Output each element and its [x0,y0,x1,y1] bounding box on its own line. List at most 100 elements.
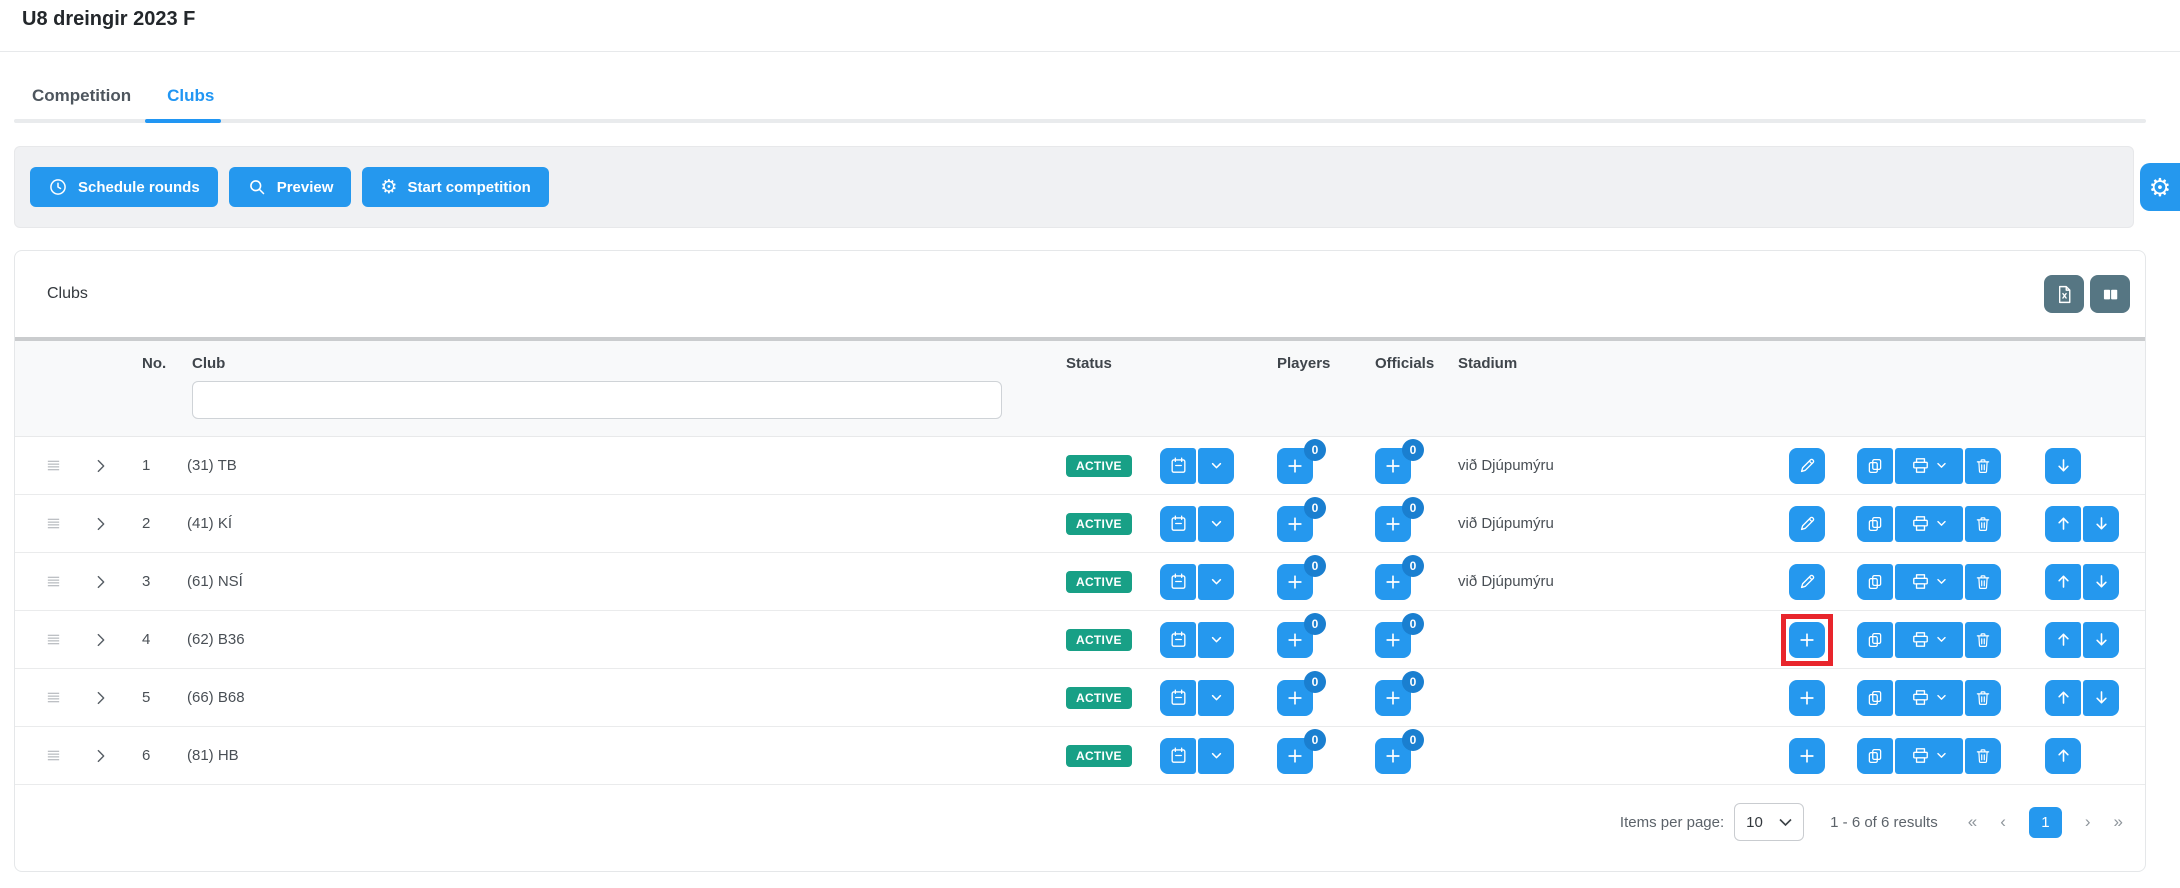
add-stadium-button[interactable] [1789,622,1825,658]
add-official-button[interactable]: 0 [1375,506,1411,542]
delete-club-button[interactable] [1965,622,2001,658]
schedule-dropdown-button[interactable] [1198,564,1234,600]
chevron-down-icon [1935,749,1948,762]
column-header-status: Status [1066,355,1112,372]
expand-chevron-icon[interactable] [93,516,109,532]
move-down-button[interactable] [2083,680,2119,716]
preview-button[interactable]: Preview [229,167,352,207]
add-stadium-button[interactable] [1789,738,1825,774]
add-official-button[interactable]: 0 [1375,564,1411,600]
stadium-action-wrap [1789,506,1825,542]
print-club-button[interactable] [1895,564,1963,600]
edit-stadium-button[interactable] [1789,564,1825,600]
move-up-button[interactable] [2045,738,2081,774]
print-club-button[interactable] [1895,738,1963,774]
schedule-calendar-button[interactable] [1160,506,1196,542]
copy-club-button[interactable] [1857,448,1893,484]
schedule-calendar-button[interactable] [1160,680,1196,716]
copy-club-button[interactable] [1857,680,1893,716]
schedule-dropdown-button[interactable] [1198,506,1234,542]
move-up-button[interactable] [2045,564,2081,600]
expand-chevron-icon[interactable] [93,574,109,590]
schedule-dropdown-button[interactable] [1198,680,1234,716]
delete-club-button[interactable] [1965,680,2001,716]
delete-club-button[interactable] [1965,506,2001,542]
add-player-button[interactable]: 0 [1277,506,1313,542]
first-page-button[interactable]: « [1968,812,1977,832]
move-down-button[interactable] [2083,564,2119,600]
expand-chevron-icon[interactable] [93,632,109,648]
expand-chevron-icon[interactable] [93,748,109,764]
actions-toolbar: Schedule rounds Preview ⚙ Start competit… [14,146,2134,228]
schedule-calendar-button[interactable] [1160,564,1196,600]
page-1-button[interactable]: 1 [2029,807,2062,838]
tab-clubs[interactable]: Clubs [149,78,232,120]
print-club-button[interactable] [1895,680,1963,716]
edit-stadium-button[interactable] [1789,506,1825,542]
schedule-rounds-button[interactable]: Schedule rounds [30,167,218,207]
add-official-button[interactable]: 0 [1375,622,1411,658]
delete-club-button[interactable] [1965,564,2001,600]
delete-club-button[interactable] [1965,738,2001,774]
column-header-club: Club [192,355,225,372]
copy-club-button[interactable] [1857,738,1893,774]
drag-handle-icon[interactable] [45,457,62,474]
add-player-button[interactable]: 0 [1277,738,1313,774]
move-down-button[interactable] [2045,448,2081,484]
drag-handle-icon[interactable] [45,631,62,648]
print-club-button[interactable] [1895,448,1963,484]
delete-club-button[interactable] [1965,448,2001,484]
gear-icon: ⚙ [380,178,397,197]
club-name: (61) NSÍ [187,573,243,590]
last-page-button[interactable]: » [2114,812,2123,832]
move-up-button[interactable] [2045,622,2081,658]
toggle-columns-button[interactable] [2090,275,2130,313]
schedule-dropdown-button[interactable] [1198,448,1234,484]
add-player-button[interactable]: 0 [1277,564,1313,600]
add-official-button[interactable]: 0 [1375,680,1411,716]
start-competition-button[interactable]: ⚙ Start competition [362,167,548,207]
settings-flyout-button[interactable]: ⚙ [2140,163,2180,211]
schedule-dropdown-button[interactable] [1198,738,1234,774]
add-player-button[interactable]: 0 [1277,680,1313,716]
drag-handle-icon[interactable] [45,689,62,706]
move-up-button[interactable] [2045,680,2081,716]
trash-icon [1974,689,1992,707]
copy-club-button[interactable] [1857,506,1893,542]
schedule-calendar-button[interactable] [1160,738,1196,774]
print-club-button[interactable] [1895,506,1963,542]
expand-chevron-icon[interactable] [93,458,109,474]
expand-chevron-icon[interactable] [93,690,109,706]
page-title: U8 dreingir 2023 F [22,8,195,31]
drag-handle-icon[interactable] [45,515,62,532]
move-down-button[interactable] [2083,622,2119,658]
add-stadium-button[interactable] [1789,680,1825,716]
add-official-button[interactable]: 0 [1375,448,1411,484]
copy-club-button[interactable] [1857,622,1893,658]
prev-page-button[interactable]: ‹ [2000,812,2006,832]
trash-icon [1974,631,1992,649]
printer-icon [1911,630,1930,649]
move-up-button[interactable] [2045,506,2081,542]
drag-handle-icon[interactable] [45,747,62,764]
tab-competition[interactable]: Competition [14,78,149,120]
move-down-button[interactable] [2083,506,2119,542]
schedule-dropdown-button[interactable] [1198,622,1234,658]
items-per-page-select[interactable]: 10 [1734,803,1804,841]
edit-stadium-button[interactable] [1789,448,1825,484]
schedule-calendar-button[interactable] [1160,622,1196,658]
export-excel-button[interactable] [2044,275,2084,313]
copy-club-button[interactable] [1857,564,1893,600]
copy-icon [1866,573,1884,591]
add-player-button[interactable]: 0 [1277,622,1313,658]
chevron-down-icon [1208,457,1225,474]
drag-handle-icon[interactable] [45,573,62,590]
next-page-button[interactable]: › [2085,812,2091,832]
schedule-calendar-button[interactable] [1160,448,1196,484]
add-player-button[interactable]: 0 [1277,448,1313,484]
club-filter-input[interactable] [192,381,1002,419]
print-club-button[interactable] [1895,622,1963,658]
copy-icon [1866,631,1884,649]
add-official-button[interactable]: 0 [1375,738,1411,774]
arrow-down-icon [2092,514,2111,533]
